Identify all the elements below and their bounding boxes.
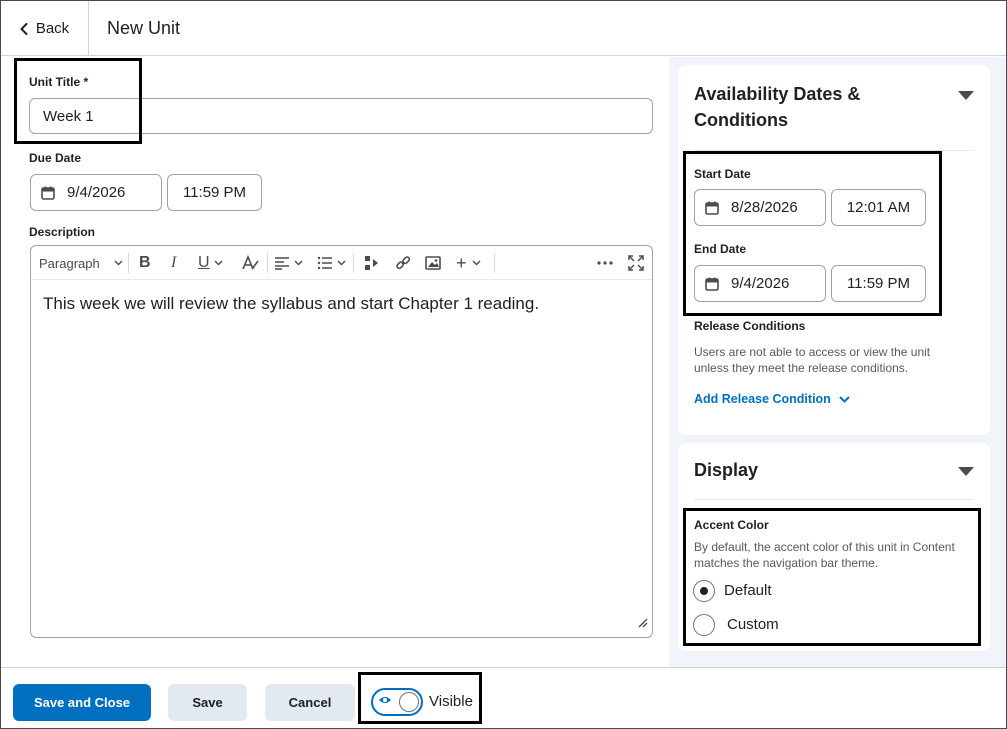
highlight-box-visible [358,672,482,724]
description-label: Description [29,225,96,239]
resize-handle-icon[interactable] [638,615,648,633]
underline-icon[interactable]: U [198,254,223,272]
page-header: Back New Unit [1,1,1006,56]
due-date-value: 9/4/2026 [67,184,126,201]
add-release-condition-button[interactable]: Add Release Condition [694,392,850,406]
insert-more-icon[interactable]: + [456,253,481,273]
chevron-left-icon [20,22,28,35]
back-label: Back [35,20,70,37]
editor-toolbar: Paragraph B I U + [31,246,652,280]
save-and-close-button[interactable]: Save and Close [13,684,151,721]
availability-title[interactable]: Availability Dates & Conditions [694,81,860,133]
block-format-select[interactable]: Paragraph [39,254,123,272]
unit-form: Unit Title * Week 1 Due Date 9/4/2026 11… [1,57,669,667]
toolbar-divider [267,253,268,273]
due-date-input[interactable]: 9/4/2026 [30,174,162,211]
toolbar-divider [494,253,495,273]
align-icon[interactable] [274,254,303,272]
release-conditions-label: Release Conditions [694,319,806,333]
save-button[interactable]: Save [168,684,247,721]
highlight-box-unit-title [14,58,142,144]
toolbar-divider [128,253,129,273]
side-panel: Availability Dates & Conditions Start Da… [669,57,1006,667]
chevron-down-icon [114,260,123,266]
link-icon[interactable] [395,254,411,272]
italic-icon[interactable]: I [171,254,176,272]
collapse-caret-icon[interactable] [958,467,974,476]
cancel-button[interactable]: Cancel [265,684,355,721]
highlight-box-dates [683,151,942,316]
list-icon[interactable] [317,254,346,272]
page-title: New Unit [107,18,181,38]
fullscreen-icon[interactable] [628,254,644,272]
bold-icon[interactable]: B [139,254,151,272]
back-button[interactable]: Back [1,1,89,56]
description-editor[interactable]: Paragraph B I U + This week we will revi… [30,245,653,638]
toolbar-divider [353,253,354,273]
footer-bar: Save and Close Save Cancel Visible [1,667,1006,728]
due-time-input[interactable]: 11:59 PM [167,174,262,211]
display-title[interactable]: Display [694,457,758,483]
block-format-value: Paragraph [39,255,100,271]
due-date-label: Due Date [29,151,82,165]
due-time-value: 11:59 PM [182,184,247,201]
editor-content[interactable]: This week we will review the syllabus an… [43,294,539,314]
text-format-icon[interactable] [241,254,259,272]
insert-stuff-icon[interactable] [364,254,380,272]
more-options-icon[interactable] [597,254,613,272]
image-icon[interactable] [425,254,441,272]
calendar-icon [41,186,55,200]
release-conditions-help: Users are not able to access or view the… [694,345,931,375]
highlight-box-accent [683,508,981,646]
chevron-down-icon [839,395,850,403]
divider [694,499,974,500]
collapse-caret-icon[interactable] [958,91,974,100]
